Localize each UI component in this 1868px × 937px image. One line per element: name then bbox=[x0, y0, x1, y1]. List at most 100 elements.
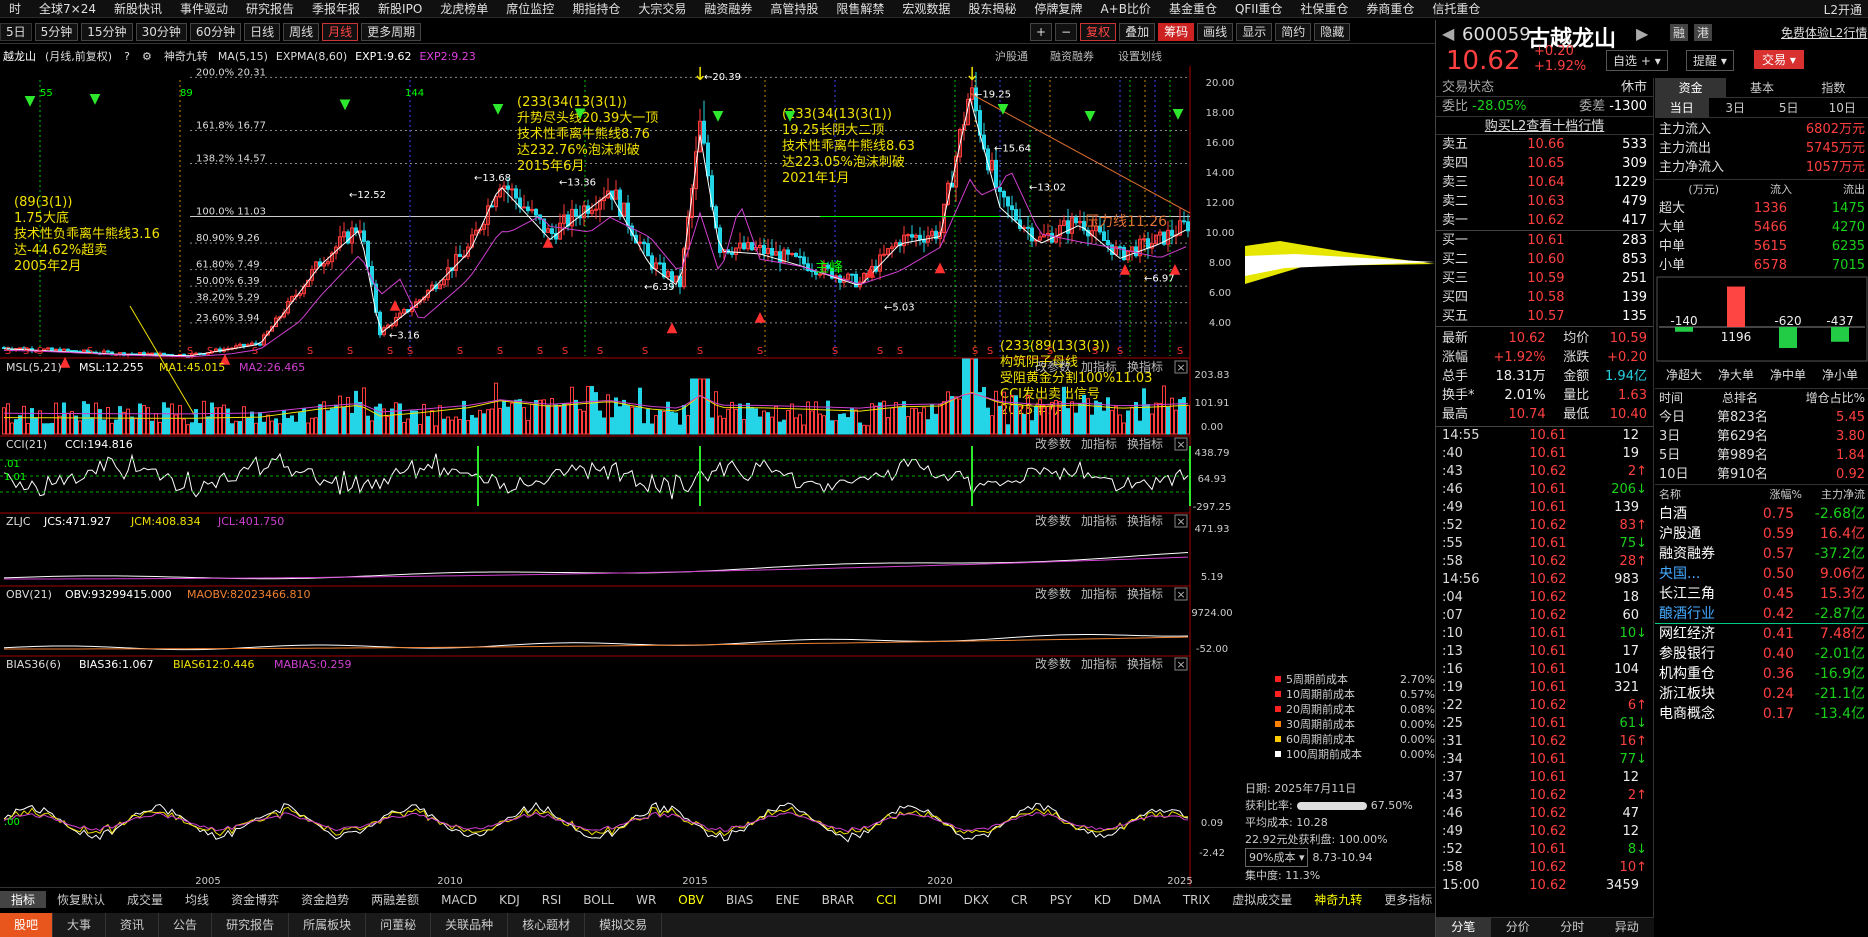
indicator-tab-7[interactable]: MACD bbox=[430, 893, 488, 907]
help-icon[interactable]: ? bbox=[118, 50, 136, 63]
period-btn-3[interactable]: 15分钟 bbox=[81, 22, 133, 41]
tick-tab-2[interactable]: 分时 bbox=[1545, 918, 1600, 937]
bottom-tab-2[interactable]: 资讯 bbox=[106, 913, 160, 937]
cost-select[interactable]: 90%成本 ▾ bbox=[1245, 848, 1309, 867]
indicator-tab-0[interactable]: 指标 bbox=[0, 891, 47, 908]
menu-item-22[interactable]: 信托重仓 bbox=[1423, 0, 1489, 17]
period-btn-5[interactable]: 60分钟 bbox=[189, 22, 242, 41]
indicator-tab-4[interactable]: 资金博弈 bbox=[220, 891, 290, 908]
menu-item-9[interactable]: 期指持仓 bbox=[563, 0, 629, 17]
indicator-tab-15[interactable]: BRAR bbox=[811, 893, 866, 907]
sector-name[interactable]: 融资融券 bbox=[1659, 544, 1739, 564]
menu-item-4[interactable]: 研究报告 bbox=[237, 0, 303, 17]
menu-item-3[interactable]: 事件驱动 bbox=[171, 0, 237, 17]
sector-name[interactable]: 电商概念 bbox=[1659, 704, 1739, 724]
buy-l2-link[interactable]: 购买L2查看十档行情 bbox=[1436, 116, 1653, 135]
indicator-tab-16[interactable]: CCI bbox=[865, 893, 907, 907]
menu-item-14[interactable]: 宏观数据 bbox=[893, 0, 959, 17]
indicator-tab-14[interactable]: ENE bbox=[764, 893, 810, 907]
menu-item-6[interactable]: 新股IPO bbox=[369, 0, 431, 17]
bottom-tab-8[interactable]: 核心题材 bbox=[508, 913, 586, 937]
bottom-tab-4[interactable]: 研究报告 bbox=[212, 913, 290, 937]
indicator-tab-8[interactable]: KDJ bbox=[488, 893, 531, 907]
indicator-tab-26[interactable]: 更多指标 bbox=[1373, 891, 1435, 908]
sector-row[interactable]: 酿酒行业 0.42 -2.87亿 bbox=[1655, 604, 1868, 624]
indicator-tab-19[interactable]: CR bbox=[1000, 893, 1039, 907]
bottom-tab-9[interactable]: 模拟交易 bbox=[585, 913, 663, 937]
display-button[interactable]: 显示 bbox=[1236, 22, 1273, 41]
fund-tab-0[interactable]: 资金 bbox=[1655, 78, 1727, 97]
free-l2-link[interactable]: 免费体验L2行情 bbox=[1781, 24, 1867, 41]
period-btn-7[interactable]: 周线 bbox=[283, 22, 320, 41]
indicator-tab-6[interactable]: 两融差额 bbox=[360, 891, 430, 908]
sector-name[interactable]: 央国... bbox=[1659, 564, 1739, 584]
menu-item-15[interactable]: 股东揭秘 bbox=[959, 0, 1025, 17]
sector-row[interactable]: 机构重仓 0.36 -16.9亿 bbox=[1655, 664, 1868, 684]
link-margin[interactable]: 融资融券 bbox=[1050, 48, 1094, 64]
sector-name[interactable]: 长江三角 bbox=[1659, 584, 1739, 604]
indicator-tab-1[interactable]: 恢复默认 bbox=[46, 891, 116, 908]
bottom-tab-6[interactable]: 问董秘 bbox=[366, 913, 432, 937]
indicator-tab-24[interactable]: 虚拟成交量 bbox=[1221, 891, 1303, 908]
link-drawline[interactable]: 设置划线 bbox=[1118, 48, 1162, 64]
menu-item-1[interactable]: 全球7×24 bbox=[30, 0, 105, 17]
indicator-tab-12[interactable]: OBV bbox=[667, 893, 715, 907]
sector-row[interactable]: 白酒 0.75 -2.68亿 bbox=[1655, 504, 1868, 524]
bottom-tab-0[interactable]: 股吧 bbox=[0, 913, 54, 937]
sector-row[interactable]: 央国... 0.50 9.06亿 bbox=[1655, 564, 1868, 584]
sector-row[interactable]: 电商概念 0.17 -13.4亿 bbox=[1655, 704, 1868, 724]
indicator-tab-17[interactable]: DMI bbox=[908, 893, 953, 907]
zoom-out-button[interactable]: − bbox=[1055, 22, 1078, 41]
fund-tab-2[interactable]: 指数 bbox=[1798, 78, 1868, 97]
overlay-button[interactable]: 叠加 bbox=[1119, 22, 1156, 41]
period-btn-4[interactable]: 30分钟 bbox=[135, 22, 187, 41]
sector-row[interactable]: 浙江板块 0.24 -21.1亿 bbox=[1655, 684, 1868, 704]
menu-item-17[interactable]: A+B比价 bbox=[1091, 0, 1160, 17]
indicator-tab-3[interactable]: 均线 bbox=[174, 891, 220, 908]
indicator-tab-13[interactable]: BIAS bbox=[715, 893, 765, 907]
sector-name[interactable]: 机构重仓 bbox=[1659, 664, 1739, 684]
period-btn-1[interactable]: 5日 bbox=[0, 22, 32, 41]
indicator-tab-10[interactable]: BOLL bbox=[572, 893, 625, 907]
day-tab-1[interactable]: 3日 bbox=[1709, 98, 1763, 117]
hide-button[interactable]: 隐藏 bbox=[1314, 22, 1351, 41]
day-tab-2[interactable]: 5日 bbox=[1762, 98, 1816, 117]
indicator-tab-9[interactable]: RSI bbox=[531, 893, 573, 907]
sector-name[interactable]: 沪股通 bbox=[1659, 524, 1739, 544]
period-btn-monthly[interactable]: 月线 bbox=[322, 22, 359, 41]
tick-tab-1[interactable]: 分价 bbox=[1491, 918, 1546, 937]
indicator-name[interactable]: 神奇九转 bbox=[158, 48, 214, 64]
sector-row[interactable]: 参股银行 0.40 -2.01亿 bbox=[1655, 644, 1868, 664]
menu-item-11[interactable]: 融资融券 bbox=[695, 0, 761, 17]
chips-button[interactable]: 筹码 bbox=[1158, 22, 1195, 41]
menu-item-19[interactable]: QFII重仓 bbox=[1226, 0, 1291, 17]
next-stock-icon[interactable]: ▶ bbox=[1636, 24, 1648, 43]
period-btn-6[interactable]: 日线 bbox=[244, 22, 281, 41]
adjust-button[interactable]: 复权 bbox=[1080, 22, 1117, 41]
menu-item-12[interactable]: 高管持股 bbox=[761, 0, 827, 17]
sector-row[interactable]: 沪股通 0.59 16.4亿 bbox=[1655, 524, 1868, 544]
menu-item-0[interactable]: 时 bbox=[0, 0, 30, 17]
menu-item-5[interactable]: 季报年报 bbox=[303, 0, 369, 17]
menu-item-16[interactable]: 停牌复牌 bbox=[1025, 0, 1091, 17]
tick-tab-0[interactable]: 分笔 bbox=[1436, 918, 1491, 937]
indicator-tab-2[interactable]: 成交量 bbox=[116, 891, 174, 908]
indicator-tab-18[interactable]: DKX bbox=[953, 893, 1000, 907]
indicator-tab-23[interactable]: TRIX bbox=[1172, 893, 1221, 907]
bottom-tab-5[interactable]: 所属板块 bbox=[289, 913, 367, 937]
bottom-tab-7[interactable]: 关联品种 bbox=[431, 913, 509, 937]
period-btn-more[interactable]: 更多周期 bbox=[361, 22, 422, 41]
price-chart[interactable]: 200.0% 20.31 161.8% 16.77 138.2% 14.57 100.… bbox=[0, 66, 1435, 886]
indicator-tab-20[interactable]: PSY bbox=[1039, 893, 1083, 907]
sector-row[interactable]: 融资融券 0.57 -37.2亿 bbox=[1655, 544, 1868, 564]
sector-name[interactable]: 酿酒行业 bbox=[1659, 604, 1739, 623]
draw-line-button[interactable]: 画线 bbox=[1197, 22, 1234, 41]
period-btn-2[interactable]: 5分钟 bbox=[34, 22, 79, 41]
menu-item-8[interactable]: 席位监控 bbox=[497, 0, 563, 17]
remind-button[interactable]: 提醒 ▾ bbox=[1686, 50, 1734, 71]
l2-open-link[interactable]: L2开通 bbox=[1824, 1, 1862, 17]
bottom-tab-1[interactable]: 大事 bbox=[53, 913, 107, 937]
sector-name[interactable]: 白酒 bbox=[1659, 504, 1739, 524]
sector-name[interactable]: 网红经济 bbox=[1659, 624, 1739, 644]
bottom-tab-3[interactable]: 公告 bbox=[159, 913, 213, 937]
